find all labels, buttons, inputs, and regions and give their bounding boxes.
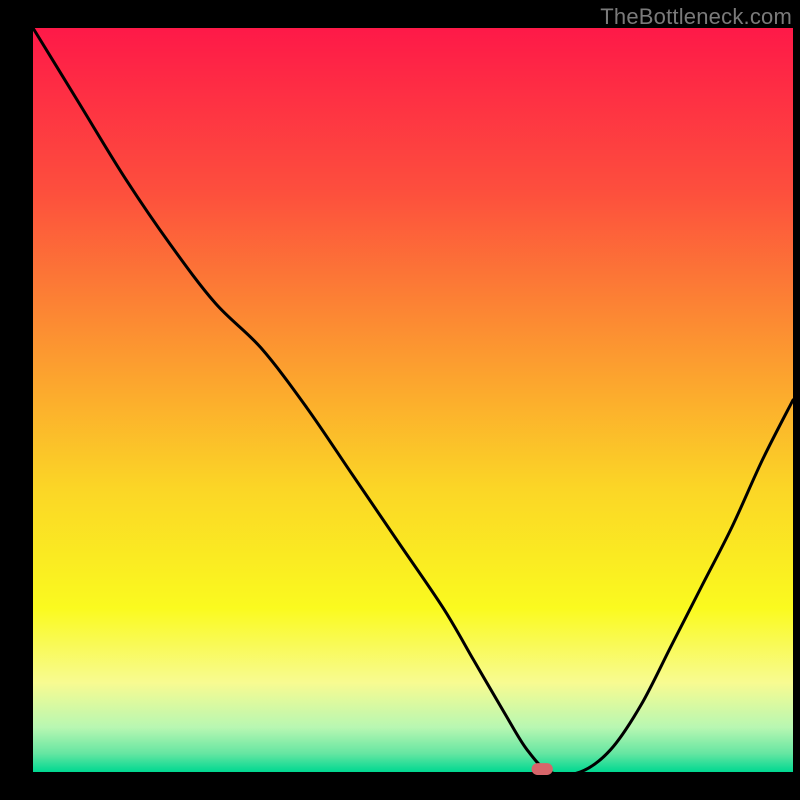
optimal-marker: [532, 763, 553, 775]
attribution-label: TheBottleneck.com: [600, 4, 792, 30]
bottleneck-chart: TheBottleneck.com: [0, 0, 800, 800]
chart-canvas: [0, 0, 800, 800]
